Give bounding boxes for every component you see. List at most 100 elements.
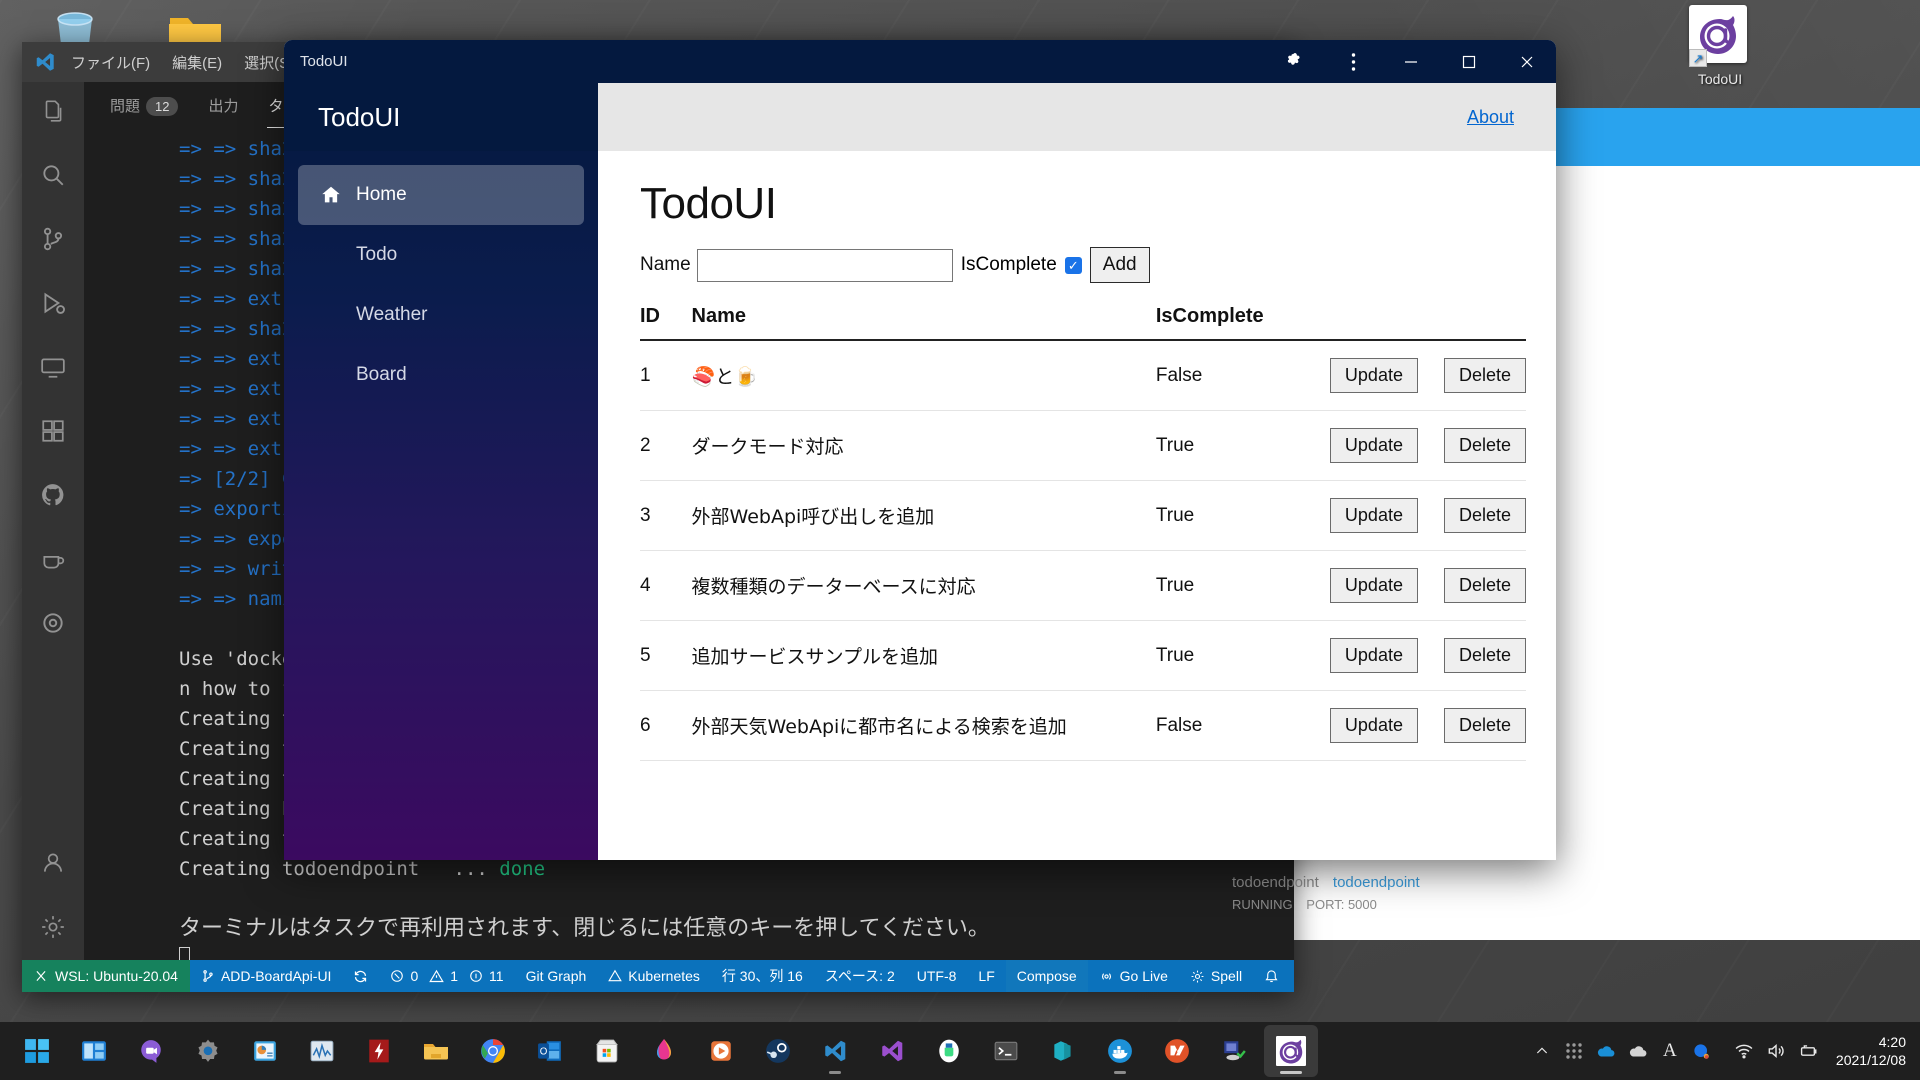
taskbar-paint-3d-icon[interactable] [637, 1025, 691, 1077]
delete-button[interactable]: Delete [1444, 358, 1526, 393]
show-hidden-icons-chevron[interactable] [1528, 1037, 1556, 1065]
todoui-app-window[interactable]: TodoUI TodoUI [284, 40, 1556, 860]
taskbar-task-view-button[interactable] [67, 1025, 121, 1077]
app-brand[interactable]: TodoUI [284, 83, 598, 151]
status-git-branch[interactable]: ADD-BoardApi-UI [190, 960, 342, 992]
source-control-icon[interactable] [34, 220, 72, 258]
status-wsl-remote[interactable]: WSL: Ubuntu-20.04 [22, 960, 190, 992]
explorer-icon[interactable] [34, 92, 72, 130]
ime-input-icon[interactable]: A [1656, 1037, 1684, 1065]
close-icon[interactable] [1498, 40, 1556, 83]
menu-edit[interactable]: 編集(E) [161, 48, 233, 77]
more-vertical-icon[interactable] [1324, 40, 1382, 83]
taskbar-docker-desktop-icon[interactable] [1093, 1025, 1147, 1077]
window-controls[interactable] [1266, 40, 1556, 83]
taskbar-performance-monitor-icon[interactable] [295, 1025, 349, 1077]
taskbar-android-studio-icon[interactable] [922, 1025, 976, 1077]
add-button[interactable]: Add [1090, 247, 1150, 283]
taskbar-microsoft-store-icon[interactable] [580, 1025, 634, 1077]
sidebar-item-todo[interactable]: Todo [298, 225, 584, 285]
apps-grid-icon[interactable] [1560, 1037, 1588, 1065]
delete-button[interactable]: Delete [1444, 568, 1526, 603]
settings-gear-icon[interactable] [34, 908, 72, 946]
app-sidebar[interactable]: TodoUI Home Todo Weather [284, 83, 598, 860]
taskbar-chat-teams-icon[interactable] [124, 1025, 178, 1077]
status-cursor-position[interactable]: 行 30、列 16 [711, 960, 814, 992]
taskbar-file-explorer-icon[interactable] [409, 1025, 463, 1077]
remote-explorer-icon[interactable] [34, 348, 72, 386]
panel-tab-output[interactable]: 出力 [206, 89, 240, 122]
windows-taskbar[interactable]: O A 4:20 2021/12/08 [0, 1022, 1920, 1080]
update-button[interactable]: Update [1330, 708, 1418, 743]
sidebar-item-weather[interactable]: Weather [298, 285, 584, 345]
battery-icon[interactable] [1794, 1037, 1822, 1065]
status-kubernetes[interactable]: Kubernetes [597, 960, 711, 992]
status-notifications-bell-icon[interactable] [1253, 960, 1290, 992]
taskbar-remote-desktop-icon[interactable] [1150, 1025, 1204, 1077]
taskbar-settings-gear-icon[interactable] [181, 1025, 235, 1077]
onedrive-personal-icon[interactable] [1592, 1037, 1620, 1065]
taskbar-media-player-icon[interactable] [694, 1025, 748, 1077]
delete-button[interactable]: Delete [1444, 638, 1526, 673]
about-link[interactable]: About [1467, 107, 1514, 128]
cortana-icon[interactable] [1688, 1037, 1716, 1065]
taskbar-steam-icon[interactable] [751, 1025, 805, 1077]
vscode-status-bar[interactable]: WSL: Ubuntu-20.04 ADD-BoardApi-UI 0 1 11… [22, 960, 1294, 992]
add-todo-form[interactable]: Name IsComplete ✓ Add [640, 247, 1514, 283]
status-eol[interactable]: LF [967, 960, 1005, 992]
github-icon[interactable] [34, 476, 72, 514]
minimize-icon[interactable] [1382, 40, 1440, 83]
maximize-icon[interactable] [1440, 40, 1498, 83]
taskbar-remote-display-icon[interactable] [1207, 1025, 1261, 1077]
taskbar-start-button[interactable] [10, 1025, 64, 1077]
taskbar-visual-studio-icon[interactable] [865, 1025, 919, 1077]
taskbar-google-chrome-icon[interactable] [466, 1025, 520, 1077]
update-button[interactable]: Update [1330, 638, 1418, 673]
status-indentation[interactable]: スペース: 2 [814, 960, 906, 992]
page-title: TodoUI [640, 179, 1514, 229]
taskbar-powerpoint-icon[interactable] [238, 1025, 292, 1077]
update-button[interactable]: Update [1330, 568, 1418, 603]
volume-icon[interactable] [1762, 1037, 1790, 1065]
update-button[interactable]: Update [1330, 358, 1418, 393]
search-icon[interactable] [34, 156, 72, 194]
taskbar-outlook-icon[interactable]: O [523, 1025, 577, 1077]
menu-file[interactable]: ファイル(F) [60, 48, 161, 77]
delete-button[interactable]: Delete [1444, 428, 1526, 463]
status-compose[interactable]: Compose [1006, 960, 1088, 992]
wifi-icon[interactable] [1730, 1037, 1758, 1065]
status-spell[interactable]: Spell [1179, 960, 1253, 992]
status-go-live[interactable]: Go Live [1088, 960, 1179, 992]
ports-endpoint-link[interactable]: todoendpoint [1333, 874, 1420, 891]
sidebar-item-home[interactable]: Home [298, 165, 584, 225]
delete-button[interactable]: Delete [1444, 498, 1526, 533]
extensions-puzzle-icon[interactable] [1266, 40, 1324, 83]
status-encoding[interactable]: UTF-8 [906, 960, 968, 992]
extensions-icon[interactable] [34, 412, 72, 450]
taskbar-vscode-icon[interactable] [808, 1025, 862, 1077]
status-sync-icon[interactable] [342, 960, 379, 992]
run-debug-icon[interactable] [34, 284, 72, 322]
name-input[interactable] [697, 249, 953, 282]
java-coffee-icon[interactable] [34, 540, 72, 578]
desktop-icon-todoui[interactable]: ↗ TodoUI [1650, 5, 1790, 87]
taskbar-todoui-app-icon[interactable] [1264, 1025, 1318, 1077]
system-tray[interactable]: A 4:20 2021/12/08 [1528, 1033, 1920, 1069]
qiita-icon[interactable] [34, 604, 72, 642]
iscomplete-checkbox[interactable]: ✓ [1065, 257, 1082, 274]
sidebar-item-board[interactable]: Board [298, 345, 584, 405]
taskbar-flash-red-icon[interactable] [352, 1025, 406, 1077]
vscode-activity-bar[interactable] [22, 82, 84, 960]
status-git-graph[interactable]: Git Graph [515, 960, 598, 992]
taskbar-azure-data-studio-icon[interactable] [1036, 1025, 1090, 1077]
accounts-icon[interactable] [34, 844, 72, 882]
update-button[interactable]: Update [1330, 428, 1418, 463]
panel-tab-problems[interactable]: 問題12 [108, 89, 180, 122]
delete-button[interactable]: Delete [1444, 708, 1526, 743]
onedrive-business-icon[interactable] [1624, 1037, 1652, 1065]
status-problems[interactable]: 0 1 11 [379, 960, 514, 992]
app-nav[interactable]: Home Todo Weather Board [284, 151, 598, 405]
taskbar-terminal-icon[interactable] [979, 1025, 1033, 1077]
taskbar-clock[interactable]: 4:20 2021/12/08 [1826, 1033, 1906, 1069]
update-button[interactable]: Update [1330, 498, 1418, 533]
